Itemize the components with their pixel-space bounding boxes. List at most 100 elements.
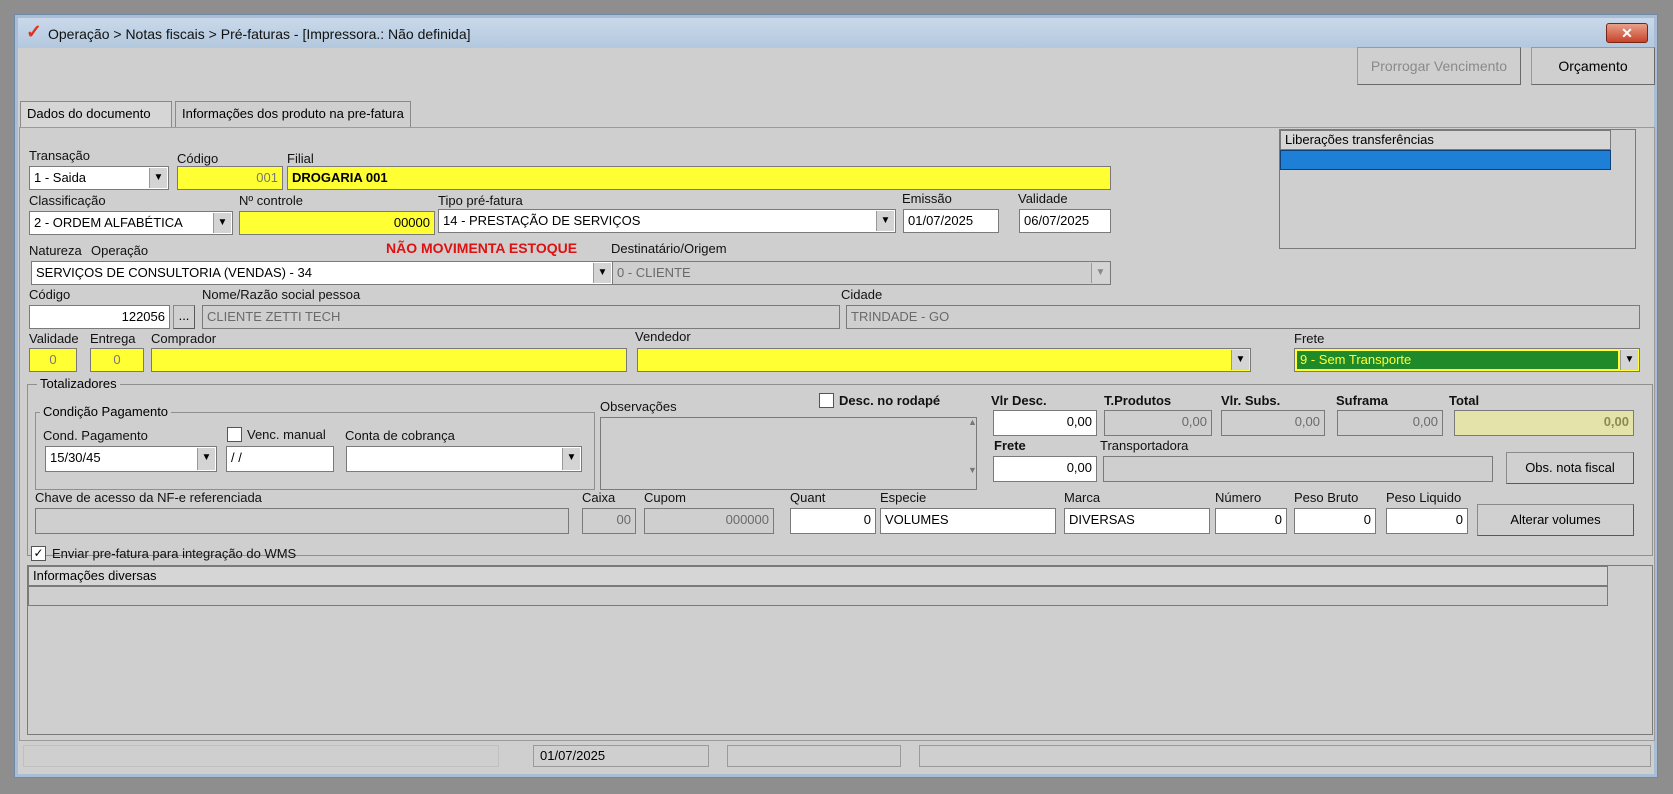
liberacoes-selected-row[interactable] [1280,150,1611,170]
vlr-subs-field[interactable]: 0,00 [1221,410,1325,436]
cupom-field[interactable]: 000000 [644,508,774,534]
codigo-field[interactable]: 001 [177,166,283,190]
frete-select[interactable]: 9 - Sem Transporte ▼ [1294,348,1640,372]
frete-valor-label: Frete [994,438,1026,453]
vlr-desc-label: Vlr Desc. [991,393,1047,408]
liberacoes-header: Liberações transferências [1280,130,1611,150]
quant-field[interactable]: 0 [790,508,876,534]
cidade-label: Cidade [841,287,883,302]
validade-label: Validade [1018,191,1068,206]
entrega-label: Entrega [90,331,136,346]
chevron-down-icon[interactable]: ▼ [876,211,894,231]
val-field[interactable]: 0 [29,348,77,372]
window-title: Operação > Notas fiscais > Pré-faturas -… [48,26,471,42]
conta-cobranca-select[interactable]: ▼ [346,446,582,472]
prorrogar-vencimento-button[interactable]: Prorrogar Vencimento [1357,47,1521,85]
cond-pagamento-label: Cond. Pagamento [43,428,148,443]
frete-value: 9 - Sem Transporte [1297,351,1618,369]
validade-field[interactable]: 06/07/2025 [1019,209,1111,233]
val-label: Validade [29,331,79,346]
chave-acesso-field[interactable] [35,508,569,534]
tipo-select[interactable]: 14 - PRESTAÇÃO DE SERVIÇOS ▼ [438,209,896,233]
status-date: 01/07/2025 [533,745,709,767]
nao-movimenta-estoque-warning: NÃO MOVIMENTA ESTOQUE [386,240,578,256]
emissao-field[interactable]: 01/07/2025 [903,209,999,233]
emissao-label: Emissão [902,191,952,206]
numero-field[interactable]: 0 [1215,508,1287,534]
cupom-label: Cupom [644,490,686,505]
destinatario-select[interactable]: 0 - CLIENTE ▼ [612,261,1111,285]
vendedor-select[interactable]: ▼ [637,348,1251,372]
natureza-select[interactable]: SERVIÇOS DE CONSULTORIA (VENDAS) - 34 ▼ [31,261,613,285]
chevron-down-icon[interactable]: ▼ [593,263,611,283]
cond-pagamento-value: 15/30/45 [50,450,101,465]
total-field[interactable]: 0,00 [1454,410,1634,436]
informacoes-diversas-row[interactable] [28,586,1608,606]
frete-valor-field[interactable]: 0,00 [993,456,1097,482]
informacoes-diversas-panel[interactable]: Informações diversas [27,565,1653,735]
transportadora-field[interactable] [1103,456,1493,482]
app-check-icon: ✓ [26,22,42,43]
scroll-down-icon[interactable]: ▼ [968,465,977,475]
quant-label: Quant [790,490,826,505]
t-produtos-field[interactable]: 0,00 [1104,410,1212,436]
especie-field[interactable]: VOLUMES [880,508,1056,534]
pessoa-codigo-field[interactable]: 122056 [29,305,170,329]
main-window: ✓ Operação > Notas fiscais > Pré-faturas… [14,14,1658,778]
total-label: Total [1449,393,1480,408]
totalizadores-legend: Totalizadores [37,376,120,391]
controle-label: Nº controle [239,193,303,208]
chevron-down-icon[interactable]: ▼ [1620,350,1638,370]
classificacao-select[interactable]: 2 - ORDEM ALFABÉTICA ▼ [29,211,233,235]
desc-rodape-checkbox[interactable] [819,393,834,408]
chevron-down-icon[interactable]: ▼ [149,168,167,188]
chevron-down-icon[interactable]: ▼ [562,448,580,470]
vlr-desc-field[interactable]: 0,00 [993,410,1097,436]
classificacao-label: Classificação [29,193,106,208]
peso-liquido-label: Peso Liquido [1386,490,1462,505]
cond-pagamento-select[interactable]: 15/30/45 ▼ [45,446,217,472]
venc-manual-field[interactable]: / / [226,446,334,472]
desc-rodape-label: Desc. no rodapé [839,393,941,408]
alterar-volumes-button[interactable]: Alterar volumes [1477,504,1634,536]
orcamento-button[interactable]: Orçamento [1531,47,1655,85]
observacoes-textarea[interactable] [600,417,977,490]
comprador-field[interactable] [151,348,627,372]
filial-field[interactable]: DROGARIA 001 [287,166,1111,190]
cidade-field[interactable]: TRINDADE - GO [846,305,1640,329]
tab-dados-documento[interactable]: Dados do documento [20,101,172,127]
chevron-down-icon[interactable]: ▼ [1231,350,1249,370]
transacao-select[interactable]: 1 - Saida ▼ [29,166,169,190]
peso-bruto-field[interactable]: 0 [1294,508,1376,534]
tab-informacoes-produto[interactable]: Informações dos produto na pre-fatura [175,101,411,127]
wms-checkbox[interactable]: ✓ [31,546,46,561]
liberacoes-list[interactable]: Liberações transferências [1279,129,1636,249]
filial-label: Filial [287,151,314,166]
marca-field[interactable]: DIVERSAS [1064,508,1210,534]
scroll-up-icon[interactable]: ▲ [968,417,977,427]
obs-nota-fiscal-button[interactable]: Obs. nota fiscal [1506,452,1634,484]
chevron-down-icon[interactable]: ▼ [1091,263,1109,283]
especie-label: Especie [880,490,927,505]
transacao-label: Transação [29,148,90,163]
chevron-down-icon[interactable]: ▼ [197,448,215,470]
operacao-label: Operação [91,243,149,258]
close-button[interactable]: ✕ [1606,23,1648,43]
venc-manual-label: Venc. manual [247,427,326,442]
nome-field[interactable]: CLIENTE ZETTI TECH [202,305,840,329]
destinatario-value: 0 - CLIENTE [617,265,691,280]
controle-field[interactable]: 00000 [239,211,435,235]
codigo-label: Código [177,151,219,166]
caixa-field[interactable]: 00 [582,508,636,534]
entrega-field[interactable]: 0 [90,348,144,372]
venc-manual-checkbox[interactable] [227,427,242,442]
status-cell-2 [727,745,901,767]
vlr-subs-label: Vlr. Subs. [1221,393,1281,408]
peso-liquido-field[interactable]: 0 [1386,508,1468,534]
chevron-down-icon[interactable]: ▼ [213,213,231,233]
status-cell-3 [919,745,1651,767]
pessoa-lookup-button[interactable]: ... [173,305,195,329]
tipo-value: 14 - PRESTAÇÃO DE SERVIÇOS [443,213,641,228]
informacoes-diversas-header: Informações diversas [28,566,1608,586]
suframa-field[interactable]: 0,00 [1337,410,1443,436]
